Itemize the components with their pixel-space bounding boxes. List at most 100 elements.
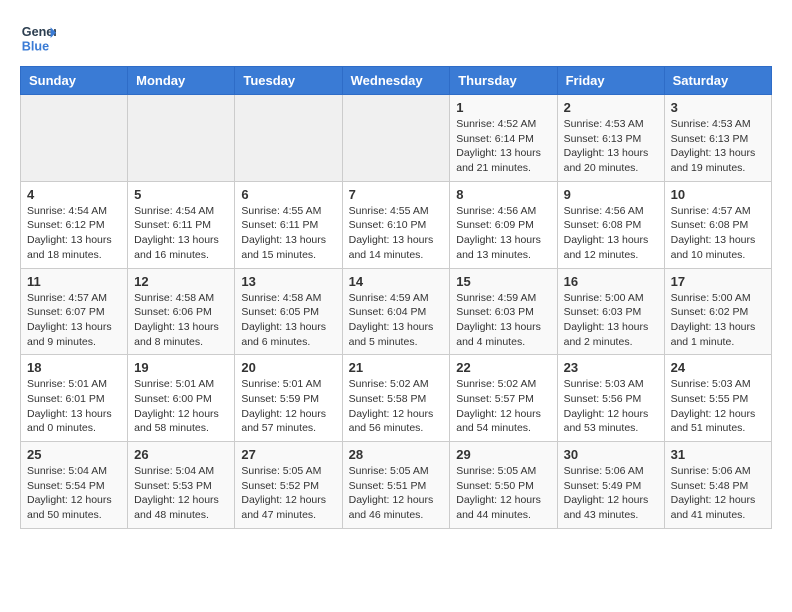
col-header-saturday: Saturday [664,67,771,95]
calendar-cell: 15 Sunrise: 4:59 AMSunset: 6:03 PMDayligh… [450,268,557,355]
day-content: Sunrise: 5:01 AMSunset: 6:01 PMDaylight:… [27,377,121,436]
day-number: 16 [564,274,658,289]
calendar-cell: 8 Sunrise: 4:56 AMSunset: 6:09 PMDaylight… [450,181,557,268]
day-number: 7 [349,187,444,202]
calendar-cell: 19 Sunrise: 5:01 AMSunset: 6:00 PMDayligh… [128,355,235,442]
calendar-cell: 22 Sunrise: 5:02 AMSunset: 5:57 PMDayligh… [450,355,557,442]
day-content: Sunrise: 5:05 AMSunset: 5:52 PMDaylight:… [241,464,335,523]
col-header-monday: Monday [128,67,235,95]
calendar-cell: 23 Sunrise: 5:03 AMSunset: 5:56 PMDayligh… [557,355,664,442]
logo-icon: General Blue [20,20,56,56]
day-content: Sunrise: 5:05 AMSunset: 5:50 PMDaylight:… [456,464,550,523]
day-content: Sunrise: 5:02 AMSunset: 5:57 PMDaylight:… [456,377,550,436]
day-content: Sunrise: 4:58 AMSunset: 6:05 PMDaylight:… [241,291,335,350]
calendar-cell: 3 Sunrise: 4:53 AMSunset: 6:13 PMDaylight… [664,95,771,182]
logo: General Blue [20,20,56,56]
col-header-tuesday: Tuesday [235,67,342,95]
calendar-cell: 20Sunrise: 5:01 AMSunset: 5:59 PMDayligh… [235,355,342,442]
calendar-cell [128,95,235,182]
day-content: Sunrise: 4:56 AMSunset: 6:08 PMDaylight:… [564,204,658,263]
calendar-cell: 28 Sunrise: 5:05 AMSunset: 5:51 PMDayligh… [342,442,450,529]
calendar-cell: 16 Sunrise: 5:00 AMSunset: 6:03 PMDayligh… [557,268,664,355]
day-content: Sunrise: 4:55 AMSunset: 6:10 PMDaylight:… [349,204,444,263]
calendar-cell: 4 Sunrise: 4:54 AMSunset: 6:12 PMDaylight… [21,181,128,268]
calendar-cell: 24 Sunrise: 5:03 AMSunset: 5:55 PMDayligh… [664,355,771,442]
day-number: 29 [456,447,550,462]
calendar-table: SundayMondayTuesdayWednesdayThursdayFrid… [20,66,772,529]
day-number: 31 [671,447,765,462]
calendar-cell: 11 Sunrise: 4:57 AMSunset: 6:07 PMDayligh… [21,268,128,355]
calendar-cell: 1 Sunrise: 4:52 AMSunset: 6:14 PMDaylight… [450,95,557,182]
day-number: 21 [349,360,444,375]
day-number: 25 [27,447,121,462]
calendar-cell: 30Sunrise: 5:06 AMSunset: 5:49 PMDayligh… [557,442,664,529]
calendar-cell: 5 Sunrise: 4:54 AMSunset: 6:11 PMDaylight… [128,181,235,268]
day-number: 2 [564,100,658,115]
day-number: 4 [27,187,121,202]
day-content: Sunrise: 5:00 AMSunset: 6:02 PMDaylight:… [671,291,765,350]
day-content: Sunrise: 5:03 AMSunset: 5:56 PMDaylight:… [564,377,658,436]
day-number: 5 [134,187,228,202]
day-number: 20 [241,360,335,375]
day-number: 9 [564,187,658,202]
day-content: Sunrise: 4:57 AMSunset: 6:08 PMDaylight:… [671,204,765,263]
day-content: Sunrise: 4:57 AMSunset: 6:07 PMDaylight:… [27,291,121,350]
col-header-wednesday: Wednesday [342,67,450,95]
calendar-cell [235,95,342,182]
day-content: Sunrise: 4:58 AMSunset: 6:06 PMDaylight:… [134,291,228,350]
day-content: Sunrise: 4:59 AMSunset: 6:04 PMDaylight:… [349,291,444,350]
day-content: Sunrise: 5:04 AMSunset: 5:53 PMDaylight:… [134,464,228,523]
calendar-cell: 31 Sunrise: 5:06 AMSunset: 5:48 PMDayligh… [664,442,771,529]
day-content: Sunrise: 5:00 AMSunset: 6:03 PMDaylight:… [564,291,658,350]
day-number: 28 [349,447,444,462]
calendar-cell: 21 Sunrise: 5:02 AMSunset: 5:58 PMDayligh… [342,355,450,442]
calendar-cell: 18 Sunrise: 5:01 AMSunset: 6:01 PMDayligh… [21,355,128,442]
calendar-cell: 25Sunrise: 5:04 AMSunset: 5:54 PMDayligh… [21,442,128,529]
day-number: 13 [241,274,335,289]
day-number: 15 [456,274,550,289]
svg-text:Blue: Blue [22,40,49,54]
day-number: 11 [27,274,121,289]
day-content: Sunrise: 4:53 AMSunset: 6:13 PMDaylight:… [671,117,765,176]
calendar-cell: 2 Sunrise: 4:53 AMSunset: 6:13 PMDaylight… [557,95,664,182]
day-content: Sunrise: 4:55 AMSunset: 6:11 PMDaylight:… [241,204,335,263]
day-number: 27 [241,447,335,462]
day-content: Sunrise: 4:56 AMSunset: 6:09 PMDaylight:… [456,204,550,263]
day-content: Sunrise: 4:53 AMSunset: 6:13 PMDaylight:… [564,117,658,176]
col-header-sunday: Sunday [21,67,128,95]
calendar-cell: 10 Sunrise: 4:57 AMSunset: 6:08 PMDayligh… [664,181,771,268]
day-number: 18 [27,360,121,375]
day-number: 19 [134,360,228,375]
day-number: 14 [349,274,444,289]
day-number: 26 [134,447,228,462]
calendar-cell [21,95,128,182]
day-number: 6 [241,187,335,202]
calendar-cell: 26 Sunrise: 5:04 AMSunset: 5:53 PMDayligh… [128,442,235,529]
day-number: 30 [564,447,658,462]
day-content: Sunrise: 5:05 AMSunset: 5:51 PMDaylight:… [349,464,444,523]
day-number: 8 [456,187,550,202]
day-content: Sunrise: 5:03 AMSunset: 5:55 PMDaylight:… [671,377,765,436]
col-header-thursday: Thursday [450,67,557,95]
calendar-cell: 7 Sunrise: 4:55 AMSunset: 6:10 PMDaylight… [342,181,450,268]
day-number: 22 [456,360,550,375]
calendar-cell [342,95,450,182]
day-number: 23 [564,360,658,375]
day-content: Sunrise: 4:59 AMSunset: 6:03 PMDaylight:… [456,291,550,350]
calendar-cell: 12Sunrise: 4:58 AMSunset: 6:06 PMDayligh… [128,268,235,355]
day-content: Sunrise: 5:06 AMSunset: 5:48 PMDaylight:… [671,464,765,523]
col-header-friday: Friday [557,67,664,95]
day-content: Sunrise: 5:01 AMSunset: 6:00 PMDaylight:… [134,377,228,436]
day-content: Sunrise: 4:52 AMSunset: 6:14 PMDaylight:… [456,117,550,176]
day-content: Sunrise: 4:54 AMSunset: 6:11 PMDaylight:… [134,204,228,263]
day-number: 3 [671,100,765,115]
day-number: 10 [671,187,765,202]
day-content: Sunrise: 5:02 AMSunset: 5:58 PMDaylight:… [349,377,444,436]
day-number: 17 [671,274,765,289]
calendar-cell: 14 Sunrise: 4:59 AMSunset: 6:04 PMDayligh… [342,268,450,355]
day-number: 1 [456,100,550,115]
page-header: General Blue [20,20,772,56]
day-content: Sunrise: 4:54 AMSunset: 6:12 PMDaylight:… [27,204,121,263]
day-number: 24 [671,360,765,375]
calendar-cell: 27 Sunrise: 5:05 AMSunset: 5:52 PMDayligh… [235,442,342,529]
